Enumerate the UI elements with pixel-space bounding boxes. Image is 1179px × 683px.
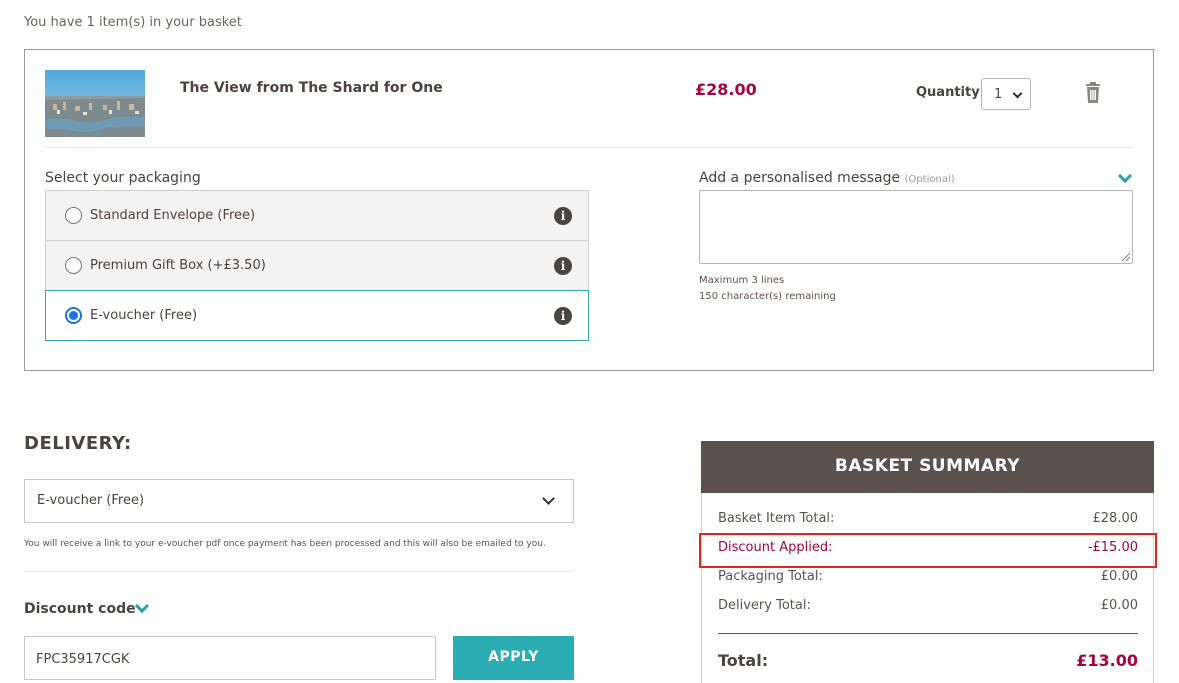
radio-button[interactable] xyxy=(65,207,82,224)
radio-button[interactable] xyxy=(65,257,82,274)
total-amount: £13.00 xyxy=(1076,651,1138,670)
quantity-label: Quantity: xyxy=(916,85,985,100)
apply-button[interactable]: APPLY xyxy=(453,636,574,680)
packaging-option-label: E-voucher (Free) xyxy=(90,308,198,323)
summary-row-amount: £0.00 xyxy=(1100,569,1138,584)
chevron-down-icon xyxy=(1012,88,1023,99)
section-divider xyxy=(24,571,574,572)
delivery-note: You will receive a link to your e-vouche… xyxy=(24,539,546,549)
info-icon[interactable]: i xyxy=(554,207,572,225)
packaging-heading: Select your packaging xyxy=(45,170,201,186)
quantity-value: 1 xyxy=(994,87,1003,102)
product-title[interactable]: The View from The Shard for One xyxy=(180,80,443,96)
basket-summary-heading: BASKET SUMMARY xyxy=(701,441,1154,493)
characters-remaining-note: 150 character(s) remaining xyxy=(699,291,836,302)
chevron-down-icon[interactable] xyxy=(134,598,150,614)
radio-button-selected[interactable] xyxy=(65,307,82,324)
total-label: Total: xyxy=(718,651,769,670)
summary-row-delivery: Delivery Total: £0.00 xyxy=(718,598,1138,613)
discount-highlight-box xyxy=(699,533,1157,568)
card-divider xyxy=(45,147,1133,148)
delivery-heading: DELIVERY: xyxy=(24,433,132,454)
discount-code-heading[interactable]: Discount code xyxy=(24,601,136,617)
product-thumbnail[interactable] xyxy=(45,70,145,137)
packaging-option-e-voucher[interactable]: E-voucher (Free) i xyxy=(45,290,589,341)
basket-item-card: The View from The Shard for One £28.00 Q… xyxy=(24,49,1154,371)
optional-tag: (Optional) xyxy=(904,174,955,185)
summary-row-item-total: Basket Item Total: £28.00 xyxy=(718,511,1138,526)
packaging-options: Standard Envelope (Free) i Premium Gift … xyxy=(45,190,589,341)
summary-row-label: Basket Item Total: xyxy=(718,511,835,526)
message-heading-label: Add a personalised message xyxy=(699,170,901,186)
summary-row-label: Delivery Total: xyxy=(718,598,811,613)
packaging-option-premium-gift-box[interactable]: Premium Gift Box (+£3.50) i xyxy=(45,240,589,291)
packaging-option-label: Premium Gift Box (+£3.50) xyxy=(90,258,266,273)
summary-row-amount: £28.00 xyxy=(1092,511,1139,526)
chevron-down-icon[interactable] xyxy=(1117,168,1133,184)
trash-icon[interactable] xyxy=(1083,82,1103,104)
summary-row-packaging: Packaging Total: £0.00 xyxy=(718,569,1138,584)
chevron-down-icon xyxy=(542,492,555,505)
summary-divider xyxy=(718,633,1138,634)
max-lines-note: Maximum 3 lines xyxy=(699,275,785,286)
info-icon[interactable]: i xyxy=(554,307,572,325)
discount-code-input[interactable]: FPC35917CGK xyxy=(24,636,436,680)
info-icon[interactable]: i xyxy=(554,257,572,275)
packaging-option-standard-envelope[interactable]: Standard Envelope (Free) i xyxy=(45,190,589,241)
quantity-select[interactable]: 1 xyxy=(981,78,1031,110)
packaging-option-label: Standard Envelope (Free) xyxy=(90,208,256,223)
resize-handle-icon[interactable] xyxy=(1122,253,1130,261)
summary-row-amount: £0.00 xyxy=(1100,598,1138,613)
product-price: £28.00 xyxy=(695,80,757,99)
delivery-selected-value: E-voucher (Free) xyxy=(37,493,145,508)
summary-total-row: Total: £13.00 xyxy=(718,651,1138,670)
summary-row-label: Packaging Total: xyxy=(718,569,823,584)
personalised-message-textarea[interactable] xyxy=(699,190,1133,264)
message-heading: Add a personalised message (Optional) xyxy=(699,170,955,186)
delivery-method-select[interactable]: E-voucher (Free) xyxy=(24,479,574,523)
basket-count-text: You have 1 item(s) in your basket xyxy=(24,15,242,30)
